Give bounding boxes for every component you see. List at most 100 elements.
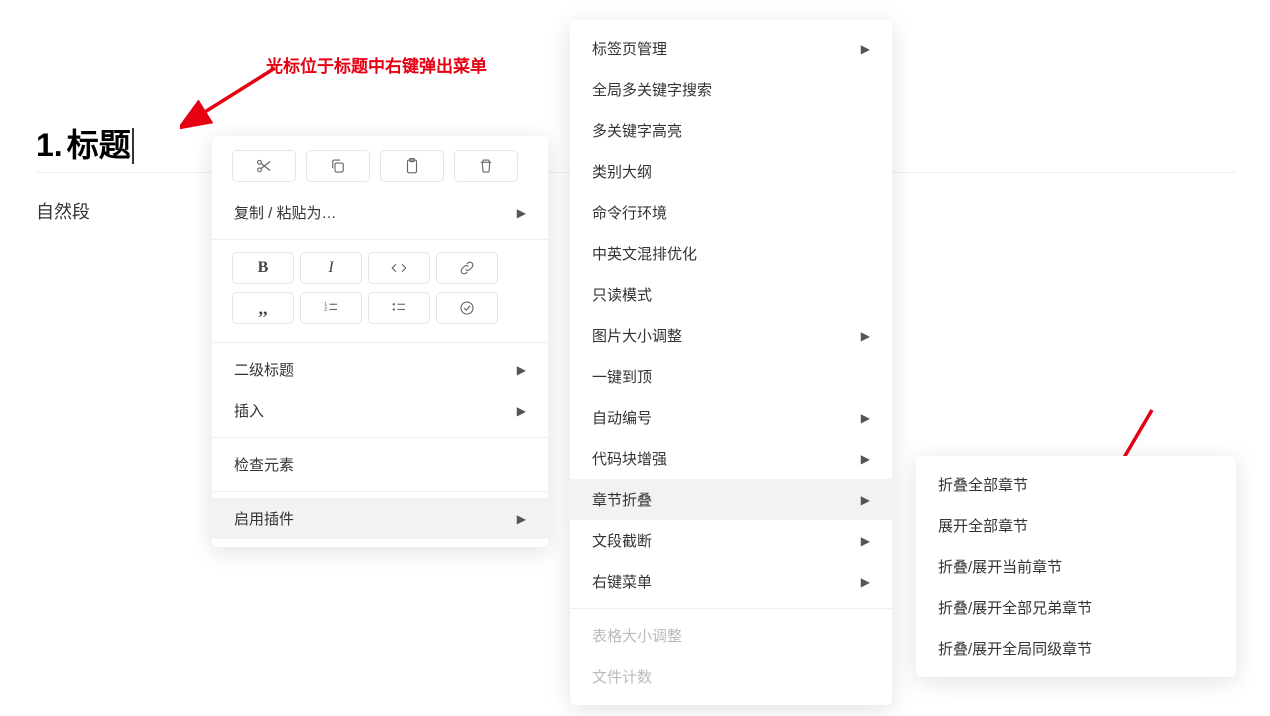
- menu-item-plugin-10[interactable]: 代码块增强 ▶: [570, 438, 892, 479]
- chevron-right-icon: ▶: [517, 512, 526, 526]
- menu-label: 命令行环境: [592, 202, 667, 223]
- menu-item-plugin-1[interactable]: 全局多关键字搜索: [570, 69, 892, 110]
- code-icon: [390, 259, 408, 277]
- menu-label: 文段截断: [592, 530, 652, 551]
- menu-item-heading-level[interactable]: 二级标题 ▶: [212, 349, 548, 390]
- menu-divider: [212, 437, 548, 438]
- menu-label: 图片大小调整: [592, 325, 682, 346]
- bold-button[interactable]: B: [232, 252, 294, 284]
- context-menu-fold-options: 折叠全部章节展开全部章节折叠/展开当前章节折叠/展开全部兄弟章节折叠/展开全局同…: [916, 456, 1236, 677]
- menu-label: 折叠全部章节: [938, 474, 1028, 495]
- link-icon: [458, 259, 476, 277]
- menu-label: 启用插件: [234, 508, 294, 529]
- menu-label: 文件计数: [592, 666, 652, 687]
- task-list-button[interactable]: [436, 292, 498, 324]
- menu-label: 只读模式: [592, 284, 652, 305]
- menu-label: 章节折叠: [592, 489, 652, 510]
- menu-divider: [570, 608, 892, 609]
- text-cursor: [132, 128, 134, 164]
- menu-label: 多关键字高亮: [592, 120, 682, 141]
- bold-icon: B: [258, 259, 269, 277]
- menu-label: 中英文混排优化: [592, 243, 697, 264]
- chevron-right-icon: ▶: [861, 42, 870, 56]
- paste-button[interactable]: [380, 150, 444, 182]
- menu-label: 右键菜单: [592, 571, 652, 592]
- menu-item-plugin-2[interactable]: 多关键字高亮: [570, 110, 892, 151]
- menu-label: 二级标题: [234, 359, 294, 380]
- check-circle-icon: [458, 299, 476, 317]
- blockquote-button[interactable]: ,,: [232, 292, 294, 324]
- menu-item-plugin-11[interactable]: 章节折叠 ▶: [570, 479, 892, 520]
- page-title: 1.标题: [36, 120, 134, 166]
- chevron-right-icon: ▶: [517, 404, 526, 418]
- menu-item-plugin-4[interactable]: 命令行环境: [570, 192, 892, 233]
- svg-text:2: 2: [324, 307, 327, 313]
- menu-item-plugin-0[interactable]: 标签页管理 ▶: [570, 28, 892, 69]
- menu-label: 插入: [234, 400, 264, 421]
- menu-label: 代码块增强: [592, 448, 667, 469]
- menu-label: 复制 / 粘贴为…: [234, 202, 337, 223]
- chevron-right-icon: ▶: [861, 329, 870, 343]
- menu-item-insert[interactable]: 插入 ▶: [212, 390, 548, 431]
- menu-label: 展开全部章节: [938, 515, 1028, 536]
- menu-item-copy-paste-as[interactable]: 复制 / 粘贴为… ▶: [212, 192, 548, 233]
- heading-text: 标题: [67, 127, 131, 163]
- chevron-right-icon: ▶: [861, 411, 870, 425]
- trash-icon: [477, 157, 495, 175]
- menu-label: 全局多关键字搜索: [592, 79, 712, 100]
- menu-item-fold-4[interactable]: 折叠/展开全局同级章节: [916, 628, 1236, 669]
- copy-button[interactable]: [306, 150, 370, 182]
- annotation-text: 光标位于标题中右键弹出菜单: [266, 52, 487, 77]
- menu-item-fold-0[interactable]: 折叠全部章节: [916, 464, 1236, 505]
- italic-button[interactable]: I: [300, 252, 362, 284]
- menu-item-plugin-6[interactable]: 只读模式: [570, 274, 892, 315]
- menu-item-fold-2[interactable]: 折叠/展开当前章节: [916, 546, 1236, 587]
- menu-label: 自动编号: [592, 407, 652, 428]
- menu-item-plugin-13[interactable]: 右键菜单 ▶: [570, 561, 892, 602]
- menu-item-plugin-15: 表格大小调整: [570, 615, 892, 656]
- delete-button[interactable]: [454, 150, 518, 182]
- paragraph-text: 自然段: [36, 198, 90, 224]
- heading-number: 1.: [36, 127, 63, 163]
- chevron-right-icon: ▶: [517, 363, 526, 377]
- unordered-list-button[interactable]: [368, 292, 430, 324]
- menu-divider: [212, 491, 548, 492]
- menu-divider: [212, 342, 548, 343]
- menu-item-plugin-3[interactable]: 类别大纲: [570, 151, 892, 192]
- scissors-icon: [255, 157, 273, 175]
- menu-item-plugin-12[interactable]: 文段截断 ▶: [570, 520, 892, 561]
- chevron-right-icon: ▶: [517, 206, 526, 220]
- chevron-right-icon: ▶: [861, 534, 870, 548]
- menu-item-plugin-8[interactable]: 一键到顶: [570, 356, 892, 397]
- italic-icon: I: [328, 259, 333, 277]
- menu-label: 类别大纲: [592, 161, 652, 182]
- menu-label: 折叠/展开当前章节: [938, 556, 1062, 577]
- cut-button[interactable]: [232, 150, 296, 182]
- menu-item-fold-3[interactable]: 折叠/展开全部兄弟章节: [916, 587, 1236, 628]
- menu-item-plugin-9[interactable]: 自动编号 ▶: [570, 397, 892, 438]
- menu-label: 一键到顶: [592, 366, 652, 387]
- ordered-list-icon: 12: [322, 299, 340, 317]
- context-menu-plugins: 标签页管理 ▶ 全局多关键字搜索多关键字高亮类别大纲命令行环境中英文混排优化只读模式…: [570, 20, 892, 705]
- menu-item-plugin-7[interactable]: 图片大小调整 ▶: [570, 315, 892, 356]
- unordered-list-icon: [390, 299, 408, 317]
- ordered-list-button[interactable]: 12: [300, 292, 362, 324]
- menu-label: 折叠/展开全局同级章节: [938, 638, 1092, 659]
- context-menu-primary: 复制 / 粘贴为… ▶ B I ,, 12 二级标题 ▶ 插入 ▶ 检查元素: [212, 136, 548, 547]
- clipboard-toolbar: [212, 144, 548, 192]
- format-toolbar-row2: ,, 12: [212, 290, 548, 336]
- menu-label: 标签页管理: [592, 38, 667, 59]
- menu-item-inspect[interactable]: 检查元素: [212, 444, 548, 485]
- menu-item-plugin-16: 文件计数: [570, 656, 892, 697]
- link-button[interactable]: [436, 252, 498, 284]
- menu-item-enable-plugin[interactable]: 启用插件 ▶: [212, 498, 548, 539]
- quote-icon: ,,: [259, 298, 268, 319]
- chevron-right-icon: ▶: [861, 452, 870, 466]
- menu-item-fold-1[interactable]: 展开全部章节: [916, 505, 1236, 546]
- chevron-right-icon: ▶: [861, 575, 870, 589]
- menu-divider: [212, 239, 548, 240]
- menu-item-plugin-5[interactable]: 中英文混排优化: [570, 233, 892, 274]
- menu-label: 表格大小调整: [592, 625, 682, 646]
- code-button[interactable]: [368, 252, 430, 284]
- chevron-right-icon: ▶: [861, 493, 870, 507]
